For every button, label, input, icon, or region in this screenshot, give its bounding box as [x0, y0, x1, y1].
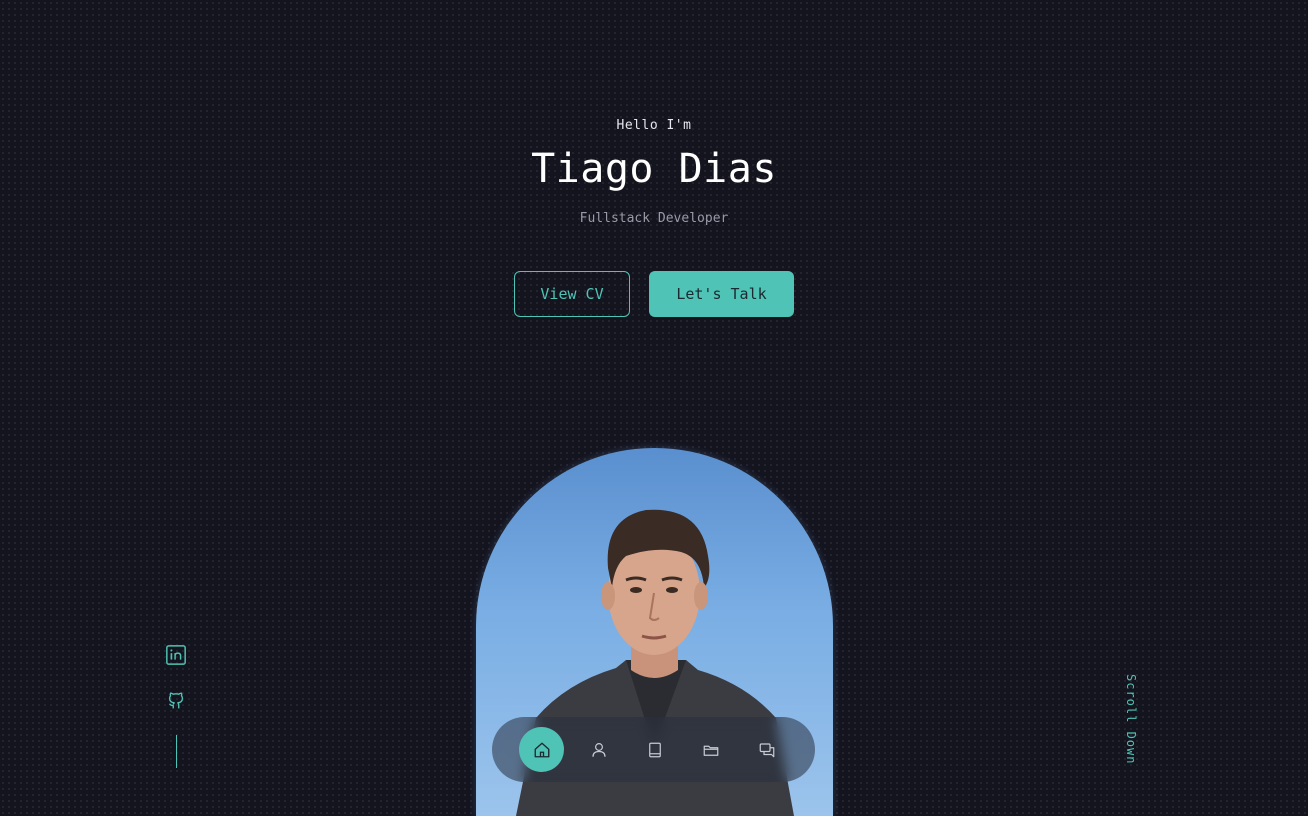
- hero-name: Tiago Dias: [531, 146, 777, 192]
- hero-greeting: Hello I'm: [616, 118, 692, 133]
- bottom-nav-bar: [492, 717, 815, 782]
- folder-icon: [703, 745, 718, 756]
- social-divider-line: [176, 735, 177, 768]
- nav-experience[interactable]: [632, 727, 677, 772]
- user-icon: [591, 742, 606, 757]
- linkedin-link[interactable]: [165, 644, 187, 666]
- home-icon: [534, 742, 549, 757]
- hero-role: Fullstack Developer: [579, 211, 729, 226]
- chat-icon: [759, 742, 774, 757]
- nav-portfolio[interactable]: [688, 727, 733, 772]
- github-link[interactable]: [165, 690, 187, 712]
- github-icon: [168, 692, 184, 709]
- view-cv-button[interactable]: View CV: [514, 271, 630, 317]
- nav-home[interactable]: [519, 727, 564, 772]
- linkedin-icon: [166, 645, 186, 665]
- book-icon: [648, 742, 661, 757]
- nav-contact[interactable]: [744, 727, 789, 772]
- scroll-down-link[interactable]: Scroll Down: [1124, 674, 1138, 764]
- lets-talk-button[interactable]: Let's Talk: [649, 271, 794, 317]
- nav-about[interactable]: [576, 727, 621, 772]
